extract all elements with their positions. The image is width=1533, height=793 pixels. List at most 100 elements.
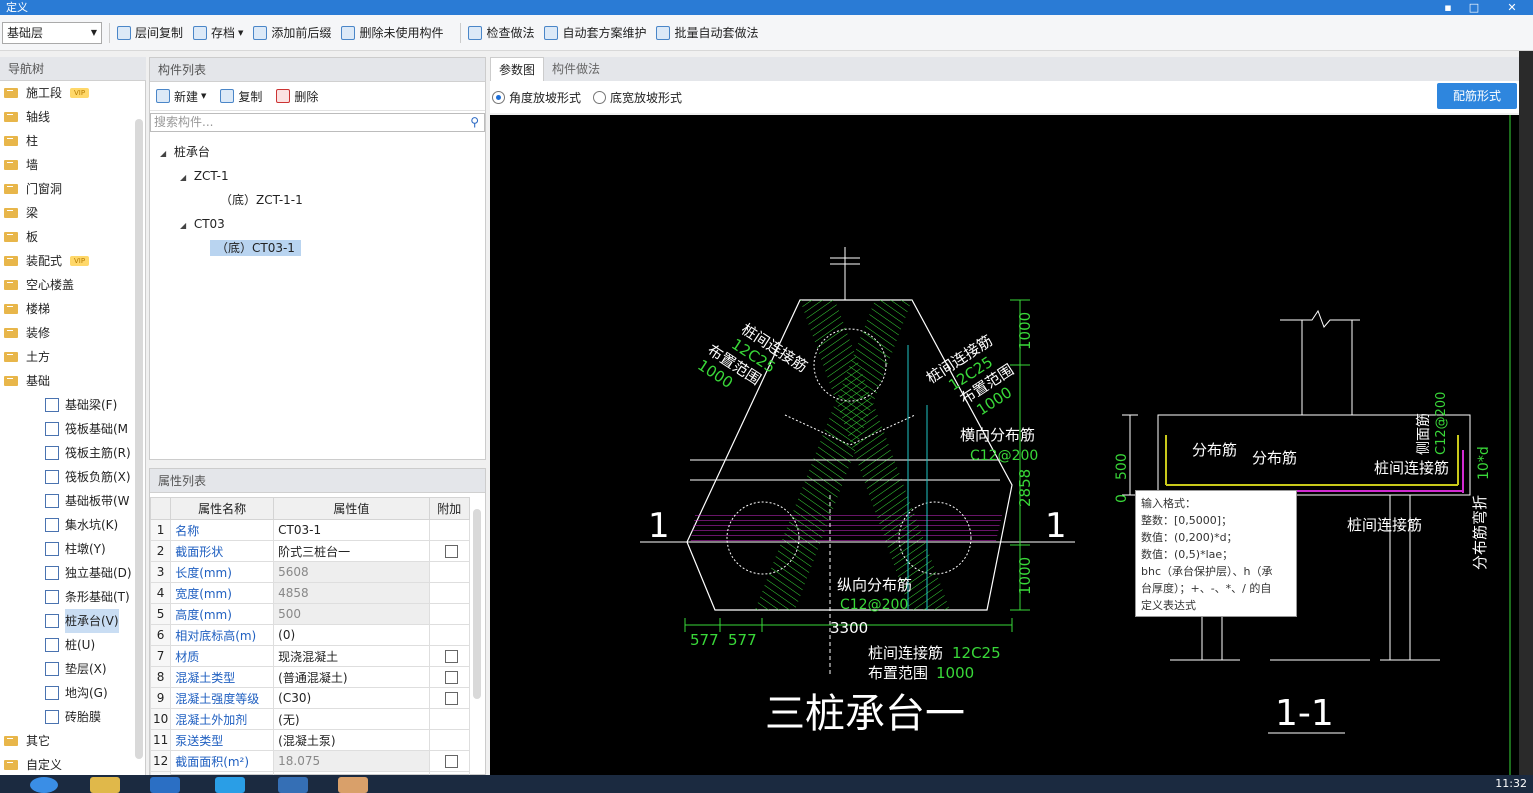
check-method-button[interactable]: 检查做法 [468,24,534,41]
nav-item-3[interactable]: 墙 [0,153,145,177]
nav-item-tail-0[interactable]: 其它 [0,729,145,753]
nav-sub-item-11[interactable]: 垫层(X) [0,657,145,681]
add-prefix-suffix-button[interactable]: 添加前后缀 [253,24,331,41]
delete-unused-button[interactable]: 删除未使用构件 [341,24,443,41]
property-row[interactable]: 6 相对底标高(m) (0) [149,624,471,646]
component-search-input[interactable]: 搜索构件... ⚲ [150,113,485,132]
property-row[interactable]: 4 宽度(mm) 4858 [149,582,471,604]
property-value[interactable]: 阶式三桩台一 [273,540,430,562]
nav-sub-item-6[interactable]: 柱墩(Y) [0,537,145,561]
property-value[interactable]: 500 [273,603,430,625]
nav-item-10[interactable]: 装修 [0,321,145,345]
nav-item-12[interactable]: 基础 [0,369,145,393]
delete-button[interactable]: 删除 [276,88,318,105]
width-slope-radio[interactable]: 底宽放坡形式 [593,89,682,106]
tree-node-zct1-1[interactable]: （底）ZCT-1-1 [160,188,485,212]
tree-node-zct1[interactable]: ◢ ZCT-1 [160,164,485,188]
property-value[interactable]: (普通混凝土) [273,666,430,688]
parameter-drawing-canvas[interactable]: 1000 2858 1000 577 577 3300 1 1 桩间连接筋 12… [490,115,1519,775]
start-icon[interactable] [30,777,58,793]
property-value[interactable]: 4858 [273,582,430,604]
property-scrollbar[interactable] [473,509,481,699]
tab-component-method[interactable]: 构件做法 [544,57,608,81]
nav-item-11[interactable]: 土方 [0,345,145,369]
extra-checkbox[interactable] [444,545,458,558]
nav-sub-item-label: 柱墩(Y) [65,542,106,556]
property-value[interactable]: (C30) [273,687,430,709]
property-row[interactable]: 9 混凝土强度等级 (C30) [149,687,471,709]
gtj-icon[interactable] [278,777,308,793]
property-value[interactable]: (无) [273,708,430,730]
tree-node-ct03-1[interactable]: （底）CT03-1 [160,236,485,260]
component-type-icon [45,710,59,724]
nav-sub-item-0[interactable]: 基础梁(F) [0,393,145,417]
property-row[interactable]: 12 截面面积(m²) 18.075 [149,750,471,772]
nav-item-4[interactable]: 门窗洞 [0,177,145,201]
property-row[interactable]: 1 名称 CT03-1 [149,519,471,541]
nav-sub-item-13[interactable]: 砖胎膜 [0,705,145,729]
nav-sub-item-5[interactable]: 集水坑(K) [0,513,145,537]
nav-item-5[interactable]: 梁 [0,201,145,225]
tree-node-ct03[interactable]: ◢ CT03 [160,212,485,236]
nav-item-7[interactable]: 装配式 VIP [0,249,145,273]
extra-checkbox[interactable] [444,650,458,663]
archive-button[interactable]: 存档 ▼ [193,24,243,41]
nav-item-2[interactable]: 柱 [0,129,145,153]
nav-sub-item-2[interactable]: 筏板主筋(R) [0,441,145,465]
nav-item-9[interactable]: 楼梯 [0,297,145,321]
batch-auto-method-button[interactable]: 批量自动套做法 [656,24,759,41]
nav-scrollbar[interactable] [135,119,143,759]
nav-sub-item-12[interactable]: 地沟(G) [0,681,145,705]
angle-slope-radio[interactable]: 角度放坡形式 [492,89,581,106]
nav-item-0[interactable]: 施工段 VIP [0,81,145,105]
property-value[interactable]: 现浇混凝土 [273,645,430,667]
property-row[interactable]: 11 泵送类型 (混凝土泵) [149,729,471,751]
nav-sub-item-9[interactable]: 桩承台(V) [0,609,145,633]
property-row[interactable]: 2 截面形状 阶式三桩台一 [149,540,471,562]
section-label-side: 侧面筋 [1415,413,1432,455]
property-value[interactable]: 18.075 [273,750,430,772]
close-icon[interactable]: ✕ [1501,0,1523,15]
property-value[interactable]: 5608 [273,561,430,583]
property-row[interactable]: 3 长度(mm) 5608 [149,561,471,583]
property-value[interactable]: (0) [273,624,430,646]
nav-sub-item-8[interactable]: 条形基础(T) [0,585,145,609]
copy-button[interactable]: 复制 [220,88,262,105]
nav-item-tail-1[interactable]: 自定义 [0,753,145,777]
tooltip-line: 输入格式： [1141,497,1196,510]
nav-item-8[interactable]: 空心楼盖 [0,273,145,297]
folder-icon [4,112,18,122]
extra-checkbox[interactable] [444,671,458,684]
property-row[interactable]: 10 混凝土外加剂 (无) [149,708,471,730]
property-value[interactable]: CT03-1 [273,519,430,541]
property-value[interactable]: (混凝土泵) [273,729,430,751]
property-row[interactable]: 7 材质 现浇混凝土 [149,645,471,667]
new-icon [156,89,170,103]
check-doc-icon [468,25,483,40]
extra-checkbox[interactable] [444,692,458,705]
copy-between-floors-button[interactable]: 层间复制 [117,24,183,41]
property-row[interactable]: 5 高度(mm) 500 [149,603,471,625]
avatar-icon[interactable] [338,777,368,793]
auto-scheme-button[interactable]: 自动套方案维护 [544,24,646,41]
nav-sub-item-7[interactable]: 独立基础(D) [0,561,145,585]
app-t-icon[interactable] [215,777,245,793]
nav-item-6[interactable]: 板 [0,225,145,249]
floor-layer-select[interactable]: 基础层 ▼ [2,21,102,44]
rebar-form-button[interactable]: 配筋形式 [1437,83,1517,109]
nav-sub-item-1[interactable]: 筏板基础(M [0,417,145,441]
batch-icon [656,25,671,40]
tree-node-root[interactable]: ◢ 桩承台 [160,140,485,164]
app-icon[interactable] [150,777,180,793]
nav-sub-item-10[interactable]: 桩(U) [0,633,145,657]
nav-item-1[interactable]: 轴线 [0,105,145,129]
tab-parameter-diagram[interactable]: 参数图 [490,57,545,81]
nav-sub-item-3[interactable]: 筏板负筋(X) [0,465,145,489]
new-button[interactable]: 新建 ▼ [156,88,206,105]
restore-icon[interactable]: □ [1463,0,1485,15]
minimize-icon[interactable]: ▪ [1437,0,1459,15]
extra-checkbox[interactable] [444,755,458,768]
property-row[interactable]: 8 混凝土类型 (普通混凝土) [149,666,471,688]
folder-icon[interactable] [90,777,120,793]
nav-sub-item-4[interactable]: 基础板带(W [0,489,145,513]
